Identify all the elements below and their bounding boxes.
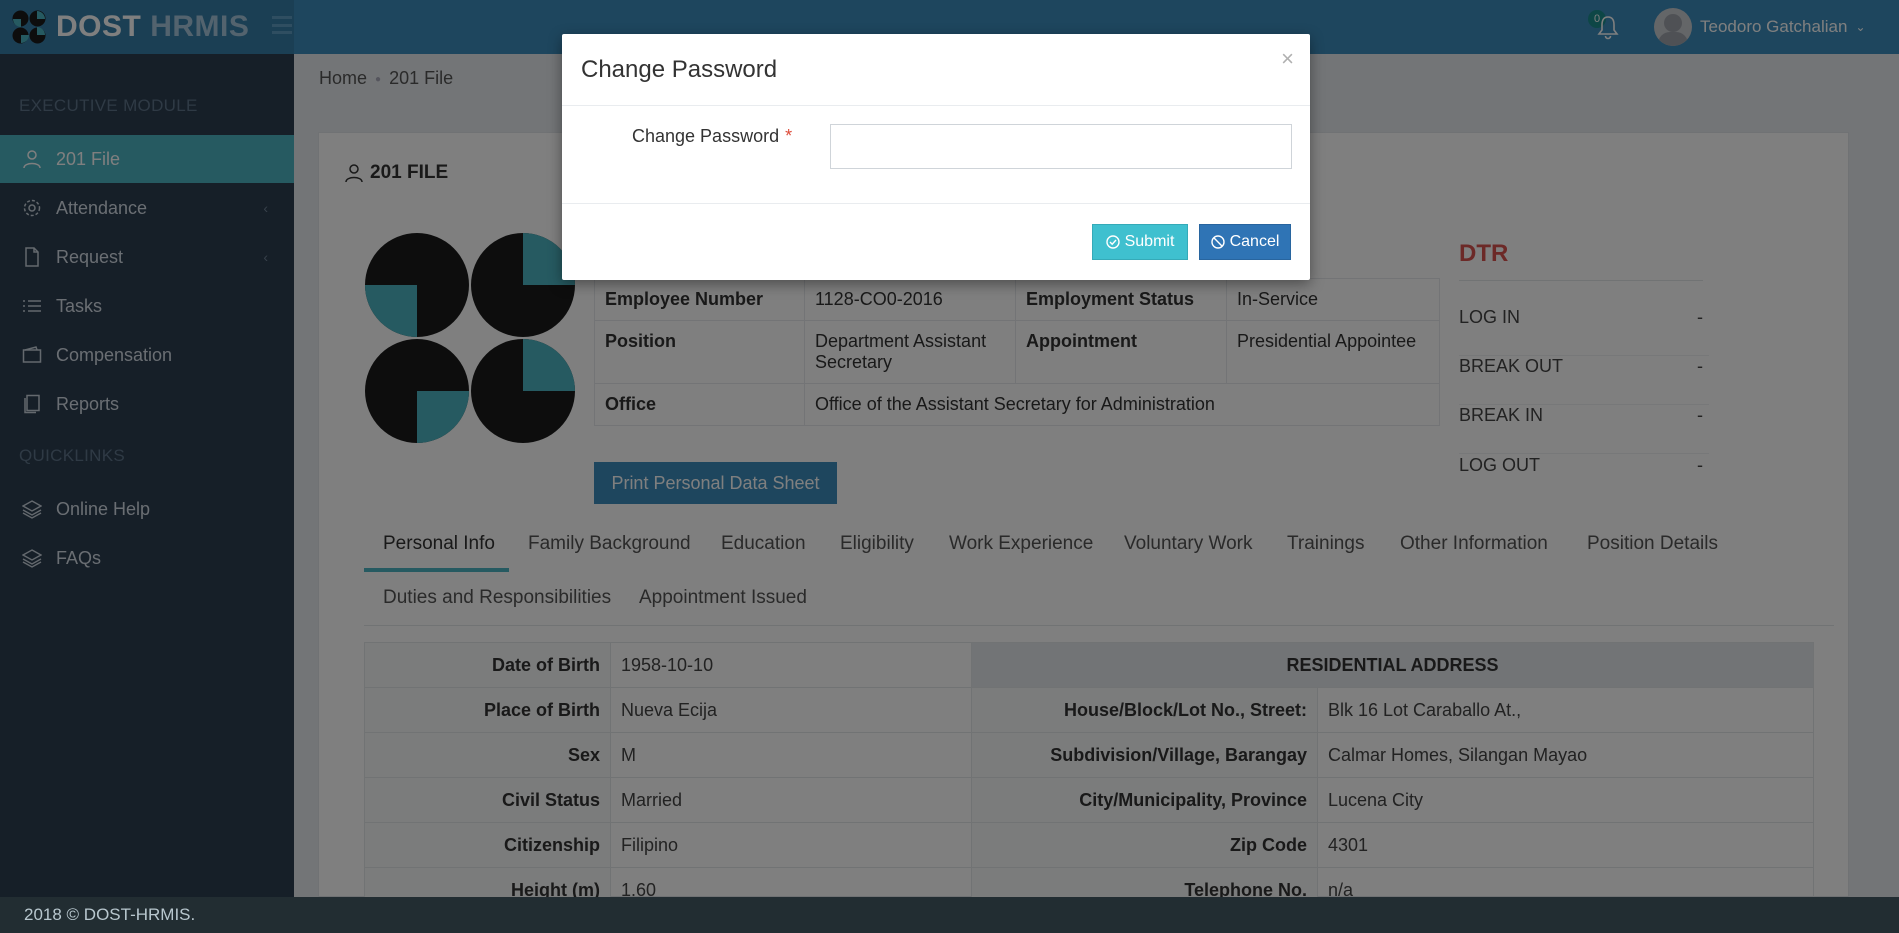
field-label-text: Change Password — [632, 126, 780, 146]
ban-icon — [1210, 235, 1225, 249]
modal-body: Change Password * — [562, 106, 1310, 204]
submit-label: Submit — [1124, 233, 1175, 250]
change-password-input[interactable] — [830, 124, 1292, 169]
submit-button[interactable]: Submit — [1092, 224, 1188, 260]
cancel-button[interactable]: Cancel — [1199, 224, 1291, 260]
modal-title: Change Password — [581, 56, 778, 83]
required-marker: * — [785, 126, 793, 146]
change-password-modal: Change Password × Change Password * Submi… — [562, 34, 1310, 280]
change-password-label: Change Password * — [632, 126, 792, 147]
cancel-label: Cancel — [1229, 233, 1280, 250]
modal-header: Change Password × — [562, 34, 1310, 106]
close-icon[interactable]: × — [1281, 46, 1294, 72]
check-circle-icon — [1105, 235, 1120, 249]
footer: 2018 © DOST-HRMIS. — [0, 897, 1899, 933]
